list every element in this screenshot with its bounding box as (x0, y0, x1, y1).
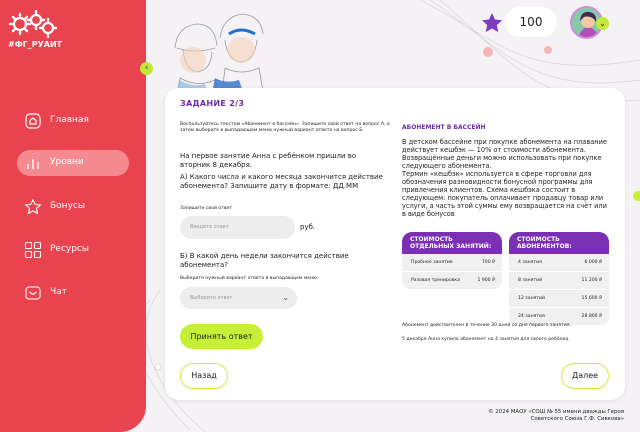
table-cell: 28 800 ₽ (581, 314, 602, 319)
sidebar-item-chat[interactable]: Чат (0, 280, 146, 306)
info-title: АБОНЕМЕНТ В БАССЕЙН (402, 124, 486, 131)
question-a: А) Какого числа и какого месяца закончит… (180, 173, 383, 190)
table-cell: Разовая тренировка (411, 278, 461, 283)
table-cell: Пробное занятие (411, 260, 453, 265)
sidebar-item-label: Бонусы (50, 201, 85, 211)
logo[interactable]: #ФГ_РУАИТ (8, 9, 68, 55)
score-badge: 100 (505, 7, 557, 37)
gears-icon (8, 9, 58, 39)
answer-input[interactable]: Введите ответ (180, 216, 295, 239)
table-row: Пробное занятие 700 ₽ (402, 254, 502, 272)
chat-icon (25, 286, 41, 300)
info-note-1: Абонемент действителен в течение 30 дней… (402, 323, 571, 328)
table-cell: 15 600 ₽ (581, 296, 602, 301)
answer-label: Запишите свой ответ (180, 206, 233, 211)
table-row: Разовая тренировка 1 900 ₽ (402, 272, 502, 290)
home-icon (25, 113, 41, 129)
table-cell: 11 200 ₽ (581, 278, 602, 283)
star-icon (482, 13, 502, 33)
chevron-down-icon: ⌄ (282, 293, 289, 302)
bar-chart-icon (27, 159, 39, 169)
brand-text: #ФГ_РУАИТ (8, 40, 63, 49)
select-placeholder: Выберите ответ (190, 295, 233, 301)
task-title: ЗАДАНИЕ 2/3 (180, 99, 245, 108)
info-paragraph-2: Термин «кешбэк» используется в сфере тор… (402, 170, 607, 218)
subscriptions-table: СТОИМОСТЬ АБОНЕМЕНТОВ: 4 занятия 6 000 ₽ … (509, 232, 609, 326)
sidebar-item-label: Чат (50, 287, 67, 297)
task-intro: На первое занятие Анна с ребёнком пришли… (180, 152, 357, 169)
sidebar: #ФГ_РУАИТ Главная Уровни Бонусы Ресурсы … (0, 0, 146, 432)
sidebar-item-label: Уровни (50, 157, 84, 167)
task-instruction: Воспользуйтесь текстом «Абонемент в басс… (180, 122, 390, 133)
grid-icon (24, 241, 42, 259)
table-cell: 6 000 ₽ (584, 260, 602, 265)
table-cell: 8 занятий (518, 278, 543, 283)
sidebar-item-bonuses[interactable]: Бонусы (0, 194, 146, 220)
star-icon (24, 198, 42, 215)
answer-select[interactable]: Выберите ответ ⌄ (180, 287, 297, 309)
sidebar-item-label: Ресурсы (50, 244, 90, 254)
table-row: 8 занятий 11 200 ₽ (509, 272, 609, 290)
sidebar-item-label: Главная (50, 115, 89, 125)
table-cell: 24 занятия (518, 314, 545, 319)
info-note-2: 5 декабря Анна купила абонемент на 4 зан… (402, 337, 570, 342)
select-label: Выберите нужный вариант ответа в выпадаю… (180, 276, 319, 281)
footer-line: © 2024 МАОУ «СОШ № 55 имени дважды Героя (488, 409, 624, 415)
submit-button[interactable]: Принять ответ (180, 324, 263, 349)
question-b: Б) В какой день недели закончится действ… (180, 252, 349, 269)
table-cell: 4 занятия (518, 260, 542, 265)
back-button[interactable]: Назад (180, 363, 228, 389)
table-cell: 1 900 ₽ (477, 278, 495, 283)
table-header: СТОИМОСТЬ АБОНЕМЕНТОВ: (509, 232, 609, 254)
table-row: 4 занятия 6 000 ₽ (509, 254, 609, 272)
sidebar-item-resources[interactable]: Ресурсы (0, 237, 146, 263)
footer-line: Советского Союза Г.Ф. Сивкова» (530, 416, 624, 422)
unit-label: руб. (300, 223, 316, 231)
single-sessions-table: СТОИМОСТЬ ОТДЕЛЬНЫХ ЗАНЯТИЙ: Пробное зан… (402, 232, 502, 290)
sidebar-collapse-button[interactable]: ‹ (140, 62, 153, 75)
next-button[interactable]: Далее (561, 363, 609, 389)
table-cell: 700 ₽ (481, 260, 495, 265)
chevron-down-icon[interactable]: ⌄ (596, 17, 609, 30)
table-row: 12 занятий 15 600 ₽ (509, 290, 609, 308)
footer: © 2024 МАОУ «СОШ № 55 имени дважды Героя… (488, 409, 624, 423)
table-header: СТОИМОСТЬ ОТДЕЛЬНЫХ ЗАНЯТИЙ: (402, 232, 502, 254)
sidebar-item-home[interactable]: Главная (0, 108, 146, 134)
info-paragraph-1: В детском бассейне при покупке абонемент… (402, 138, 607, 170)
sidebar-item-levels[interactable]: Уровни (0, 150, 146, 176)
table-cell: 12 занятий (518, 296, 545, 301)
